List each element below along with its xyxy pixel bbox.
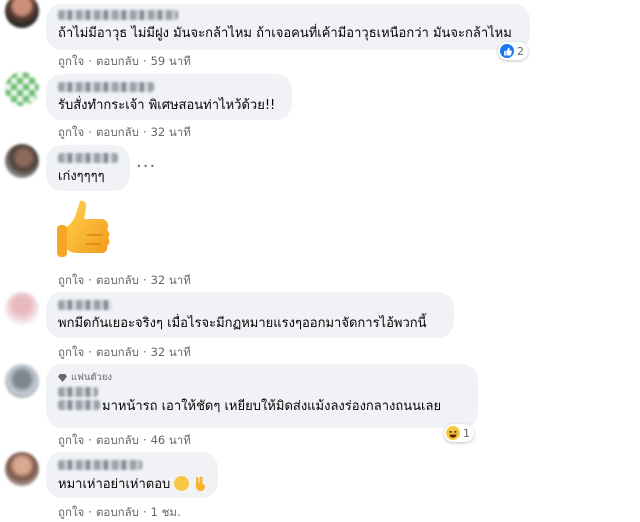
reply-link[interactable]: ตอบกลับ <box>96 124 139 142</box>
comment-text: พกมีดกันเยอะจริงๆ เมื่อไรจะมีกฏหมายแรงๆอ… <box>58 316 427 331</box>
commenter-name[interactable] <box>58 82 154 92</box>
like-link[interactable]: ถูกใจ <box>58 432 84 450</box>
comment-time[interactable]: 46 นาที <box>151 432 191 450</box>
avatar[interactable] <box>5 364 39 398</box>
comment-text: รับสั่งทำกระเจ้า พิเศษสอนท่าไหว้ด้วย!! <box>58 98 276 113</box>
reaction-summary[interactable]: 2 <box>498 42 528 60</box>
reaction-count: 2 <box>517 44 524 58</box>
comment-bubble: เก่งๆๆๆๆ <box>46 145 130 191</box>
comment-actions: ถูกใจ · ตอบกลับ · 46 นาที <box>58 432 191 450</box>
comment-bubble: แฟนตัวยง มาหน้ารถ เอาให้ชัดๆ เหยียบให้มิ… <box>46 364 478 428</box>
comment-actions: ถูกใจ · ตอบกลับ · 59 นาที <box>58 53 191 71</box>
top-fan-badge[interactable]: แฟนตัวยง <box>58 370 466 385</box>
comment-time[interactable]: 1 ชม. <box>151 504 181 522</box>
comment-time[interactable]: 32 นาที <box>151 272 191 290</box>
like-link[interactable]: ถูกใจ <box>58 53 84 71</box>
comment-bubble: รับสั่งทำกระเจ้า พิเศษสอนท่าไหว้ด้วย!! <box>46 74 292 120</box>
avatar[interactable] <box>5 72 39 106</box>
reply-link[interactable]: ตอบกลับ <box>96 272 139 290</box>
comment-time[interactable]: 32 นาที <box>151 344 191 362</box>
comment-actions: ถูกใจ · ตอบกลับ · 32 นาที <box>58 344 191 362</box>
comment-time[interactable]: 32 นาที <box>151 124 191 142</box>
commenter-name[interactable] <box>58 153 118 163</box>
like-link[interactable]: ถูกใจ <box>58 344 84 362</box>
comment-bubble: ถ้าไม่มีอาวุธ ไม่มีฝูง มันจะกล้าไหม ถ้าเ… <box>46 4 530 50</box>
avatar[interactable] <box>5 292 39 326</box>
thumbs-up-icon <box>54 197 112 261</box>
comment-line: มาหน้ารถ เอาให้ชัดๆ เหยียบให้มิดส่งแม้งล… <box>58 399 466 415</box>
comment-text: หมาเห่าอย่าเห่าตอบ <box>58 477 171 492</box>
avatar[interactable] <box>5 452 39 486</box>
commenter-name[interactable] <box>58 300 112 310</box>
like-link[interactable]: ถูกใจ <box>58 272 84 290</box>
commenter-name[interactable] <box>58 460 142 470</box>
comment-bubble: หมาเห่าอย่าเห่าตอบ <box>46 452 218 498</box>
avatar[interactable] <box>5 0 39 28</box>
comment-text: มาหน้ารถ เอาให้ชัดๆ เหยียบให้มิดส่งแม้งล… <box>102 399 442 414</box>
comment-text: ถ้าไม่มีอาวุธ ไม่มีฝูง มันจะกล้าไหม ถ้าเ… <box>58 26 512 41</box>
commenter-name[interactable] <box>58 387 98 397</box>
avatar[interactable] <box>5 144 39 178</box>
comment-actions: ถูกใจ · ตอบกลับ · 32 นาที <box>58 124 191 142</box>
more-options-icon[interactable]: ··· <box>136 156 156 177</box>
reaction-count: 1 <box>463 426 470 440</box>
reply-link[interactable]: ตอบกลับ <box>96 432 139 450</box>
comment-text: เก่งๆๆๆๆ <box>58 169 105 184</box>
like-icon <box>500 44 514 58</box>
comment-time[interactable]: 59 นาที <box>151 53 191 71</box>
comment-actions: ถูกใจ · ตอบกลับ · 32 นาที <box>58 272 191 290</box>
grinning-face-icon <box>174 476 190 491</box>
reply-link[interactable]: ตอบกลับ <box>96 344 139 362</box>
like-link[interactable]: ถูกใจ <box>58 504 84 522</box>
victory-hand-icon <box>194 476 206 496</box>
badge-label: แฟนตัวยง <box>71 372 113 383</box>
diamond-icon <box>58 373 67 382</box>
haha-icon <box>446 426 460 440</box>
commenter-name[interactable] <box>58 10 178 20</box>
reply-link[interactable]: ตอบกลับ <box>96 504 139 522</box>
comment-bubble: พกมีดกันเยอะจริงๆ เมื่อไรจะมีกฏหมายแรงๆอ… <box>46 292 454 338</box>
like-link[interactable]: ถูกใจ <box>58 124 84 142</box>
commenter-name-tail <box>58 400 100 410</box>
reaction-summary[interactable]: 1 <box>444 424 474 442</box>
comment-line: หมาเห่าอย่าเห่าตอบ <box>58 476 206 496</box>
reply-link[interactable]: ตอบกลับ <box>96 53 139 71</box>
comment-actions: ถูกใจ · ตอบกลับ · 1 ชม. <box>58 504 181 522</box>
